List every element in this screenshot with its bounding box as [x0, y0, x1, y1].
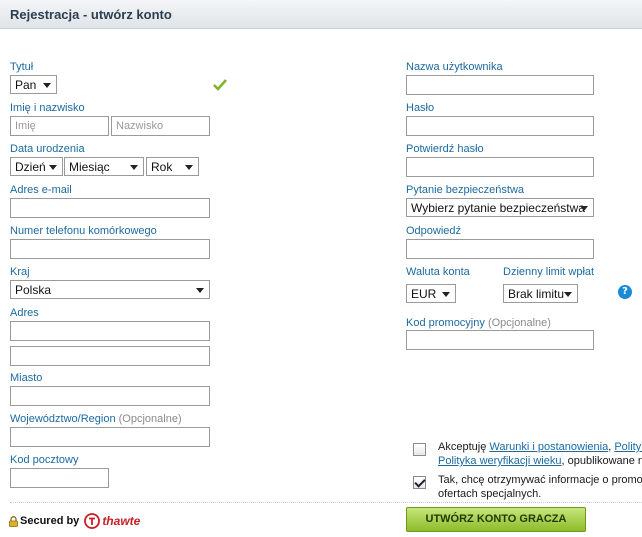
dob-day-select[interactable]: Dzień	[10, 157, 63, 176]
deposit-limit-value: Brak limitu	[508, 287, 565, 301]
confirm-password-field[interactable]	[406, 157, 594, 177]
promo-code-field[interactable]	[406, 330, 594, 350]
email-label: Adres e-mail	[10, 184, 72, 196]
chevron-down-icon	[196, 288, 204, 293]
deposit-limit-label: Dzienny limit wpłat	[503, 266, 595, 278]
check-icon	[213, 79, 227, 91]
chevron-down-icon	[185, 165, 193, 170]
policy-link[interactable]: Polityk	[614, 441, 642, 453]
chevron-down-icon	[442, 292, 450, 297]
phone-field[interactable]	[10, 239, 210, 259]
email-field[interactable]	[10, 198, 210, 218]
page-title: Rejestracja - utwórz konto	[10, 7, 172, 22]
chevron-down-icon	[564, 292, 572, 297]
postcode-field[interactable]	[10, 468, 109, 488]
region-label-text: Województwo/Region	[10, 413, 116, 425]
password-label: Hasło	[406, 102, 435, 114]
answer-field[interactable]	[406, 239, 594, 259]
help-icon[interactable]: ?	[618, 285, 632, 299]
newsletter-text: Tak, chcę otrzymywać informacje o promo …	[438, 473, 642, 501]
region-field[interactable]	[10, 427, 210, 447]
chevron-down-icon	[49, 165, 57, 170]
dob-month-select[interactable]: Miesiąc	[64, 157, 144, 176]
terms-separator: ,	[608, 441, 612, 453]
security-question-value: Wybierz pytanie bezpieczeństwa	[411, 201, 585, 215]
newsletter-line2: ofertach specjalnych.	[438, 488, 542, 500]
password-field[interactable]	[406, 116, 594, 136]
currency-label: Waluta konta	[406, 266, 470, 278]
security-question-label: Pytanie bezpieczeństwa	[406, 184, 525, 196]
address-line2-field[interactable]	[10, 346, 210, 366]
title-label: Tytuł	[10, 61, 34, 73]
dob-label: Data urodzenia	[10, 143, 85, 155]
chevron-down-icon	[130, 165, 138, 170]
newsletter-line1: Tak, chcę otrzymywać informacje o promo	[438, 474, 642, 486]
username-label: Nazwa użytkownika	[406, 61, 503, 73]
username-field[interactable]	[406, 75, 594, 95]
create-account-button[interactable]: UTWÓRZ KONTO GRACZA	[406, 507, 586, 532]
country-select[interactable]: Polska	[10, 280, 210, 299]
dob-month-value: Miesiąc	[69, 160, 110, 174]
promo-optional-text: (Opcjonalne)	[487, 317, 551, 329]
secured-by-text: Secured by	[20, 515, 80, 527]
terms-prefix: Akceptuję	[438, 441, 487, 453]
currency-select-value: EUR	[411, 287, 437, 301]
last-name-input[interactable]	[111, 116, 210, 136]
age-verification-link[interactable]: Polityka weryfikacji wieku	[438, 455, 561, 467]
first-name-input[interactable]	[10, 116, 109, 136]
form-header: Rejestracja - utwórz konto	[0, 0, 642, 29]
title-select-value: Pan	[15, 78, 37, 92]
answer-label: Odpowiedź	[406, 225, 462, 237]
dob-day-value: Dzień	[15, 160, 46, 174]
lock-icon	[9, 515, 18, 527]
country-select-value: Polska	[15, 283, 52, 297]
title-select[interactable]: Pan	[10, 75, 57, 94]
terms-checkbox[interactable]	[413, 443, 426, 456]
thawte-brand-text: thawte	[102, 514, 141, 528]
region-label: Województwo/Region (Opcjonalne)	[10, 413, 182, 425]
dob-year-value: Rok	[151, 160, 173, 174]
full-name-label: Imię i nazwisko	[10, 102, 85, 114]
secured-by-badge: Secured by thawte	[9, 513, 140, 529]
region-optional-text: (Opcjonalne)	[118, 413, 182, 425]
terms-link[interactable]: Warunki i postanowienia	[489, 441, 608, 453]
confirm-password-label: Potwierdź hasło	[406, 143, 484, 155]
postcode-label: Kod pocztowy	[10, 454, 79, 466]
currency-select[interactable]: EUR	[406, 284, 456, 303]
newsletter-checkbox[interactable]	[413, 476, 426, 489]
chevron-down-icon	[43, 83, 51, 88]
city-field[interactable]	[10, 386, 210, 406]
deposit-limit-select[interactable]: Brak limitu	[503, 284, 578, 303]
terms-text: Akceptuję Warunki i postanowienia, Polit…	[438, 440, 642, 468]
thawte-logo-icon	[84, 513, 101, 529]
city-label: Miasto	[10, 372, 43, 384]
promo-label: Kod promocyjny (Opcjonalne)	[406, 317, 551, 329]
footer-divider	[10, 502, 642, 503]
security-question-select[interactable]: Wybierz pytanie bezpieczeństwa	[406, 198, 594, 217]
phone-label: Numer telefonu komórkowego	[10, 225, 157, 237]
address-line1-field[interactable]	[10, 321, 210, 341]
dob-year-select[interactable]: Rok	[146, 157, 199, 176]
promo-label-text: Kod promocyjny	[406, 317, 485, 329]
terms-line2-suffix: , opublikowane n	[561, 455, 642, 467]
country-label: Kraj	[10, 266, 30, 278]
chevron-down-icon	[580, 206, 588, 211]
address-label: Adres	[10, 307, 39, 319]
